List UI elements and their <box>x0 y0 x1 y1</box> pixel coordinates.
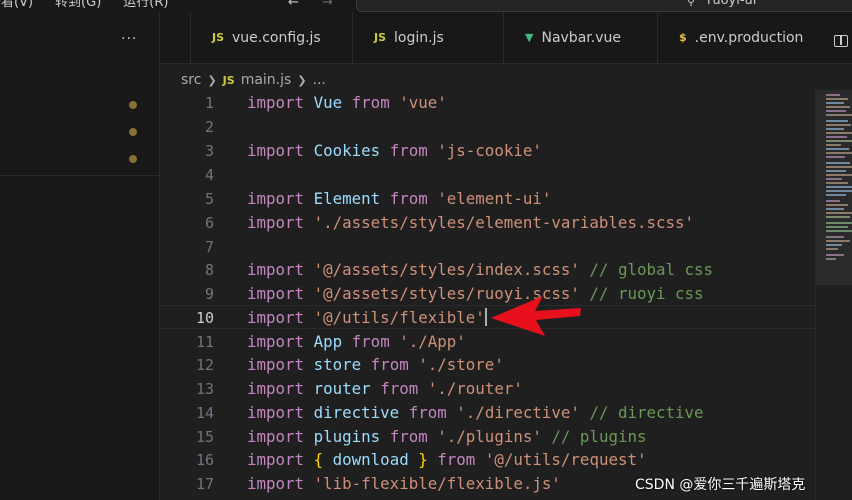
line-number: 16 <box>195 451 214 469</box>
sidebar-divider <box>0 175 159 176</box>
line-number: 5 <box>204 190 214 208</box>
tab-env-production[interactable]: $ .env.production <box>657 12 821 63</box>
code-line: import '@/assets/styles/ruoyi.scss' // r… <box>247 284 704 303</box>
explorer-sidebar: ··· <box>0 12 160 500</box>
forward-arrow-icon[interactable]: → <box>322 0 336 12</box>
breadcrumb-file[interactable]: main.js <box>241 72 292 88</box>
modified-dot-icon <box>129 128 137 136</box>
breadcrumb-folder[interactable]: src <box>181 72 201 88</box>
line-number: 1 <box>204 94 214 112</box>
line-number: 7 <box>204 238 214 256</box>
code-line: import Cookies from 'js-cookie' <box>247 141 542 160</box>
command-center-search[interactable]: ⚲ ruoyi-ui <box>356 0 852 12</box>
vue-icon: ▼ <box>525 31 534 44</box>
line-number: 3 <box>204 142 214 160</box>
title-bar: 查看(V) 转到(G) 运行(R) ← → ⚲ ruoyi-ui <box>0 0 852 12</box>
editor-tab-bar: JS vue.config.js JS login.js ▼ Navbar.vu… <box>160 12 852 64</box>
code-line: import Vue from 'vue' <box>247 93 447 112</box>
code-line: import plugins from './plugins' // plugi… <box>247 427 647 446</box>
minimap[interactable] <box>815 90 852 500</box>
javascript-icon: JS <box>222 73 235 87</box>
code-line: import router from './router' <box>247 379 523 398</box>
red-arrow-annotation <box>491 296 581 336</box>
modified-dot-icon <box>129 101 137 109</box>
code-line: import directive from './directive' // d… <box>247 403 704 422</box>
search-icon: ⚲ <box>687 0 696 8</box>
code-line: import 'lib-flexible/flexible.js' <box>247 474 561 493</box>
line-number: 15 <box>195 428 214 446</box>
menu-item-go[interactable]: 转到(G) <box>55 0 101 12</box>
chevron-right-icon: ❯ <box>297 73 307 87</box>
line-number: 12 <box>195 356 214 374</box>
tab-label: Navbar.vue <box>541 29 621 46</box>
more-actions-icon[interactable]: ··· <box>121 32 141 48</box>
line-number: 4 <box>204 166 214 184</box>
code-line: import '@/assets/styles/index.scss' // g… <box>247 260 714 279</box>
line-number: 9 <box>204 285 214 303</box>
line-number: 8 <box>204 261 214 279</box>
tab-login[interactable]: JS login.js <box>352 12 503 63</box>
breadcrumb: src ❯ JS main.js ❯ ... <box>181 70 326 90</box>
line-number: 11 <box>195 333 214 351</box>
code-line: import './assets/styles/element-variable… <box>247 213 695 232</box>
chevron-right-icon: ❯ <box>207 73 217 87</box>
tab-vue-config[interactable]: JS vue.config.js <box>190 12 352 63</box>
split-editor-icon[interactable] <box>834 35 848 47</box>
menu-item-view[interactable]: 查看(V) <box>0 0 33 12</box>
code-line: import store from './store' <box>247 355 504 374</box>
code-line-active: import '@/utils/flexible' <box>247 308 487 327</box>
menu-bar: 查看(V) 转到(G) 运行(R) <box>0 0 168 12</box>
javascript-icon: JS <box>212 31 225 44</box>
tab-list: JS vue.config.js JS login.js ▼ Navbar.vu… <box>190 12 821 63</box>
code-line: import Element from 'element-ui' <box>247 189 552 208</box>
menu-item-run[interactable]: 运行(R) <box>123 0 168 12</box>
tab-label: login.js <box>394 29 444 46</box>
line-number: 6 <box>204 214 214 232</box>
red-arrow-shape <box>491 296 581 336</box>
code-line: import { download } from '@/utils/reques… <box>247 450 647 469</box>
javascript-icon: JS <box>374 31 387 44</box>
line-number-active: 10 <box>195 309 214 327</box>
env-icon: $ <box>679 31 687 44</box>
search-text: ruoyi-ui <box>707 0 757 8</box>
line-number: 13 <box>195 380 214 398</box>
tab-label: .env.production <box>694 29 804 46</box>
line-number: 14 <box>195 404 214 422</box>
tab-navbar[interactable]: ▼ Navbar.vue <box>503 12 657 63</box>
breadcrumb-more[interactable]: ... <box>313 72 326 88</box>
line-number: 2 <box>204 118 214 136</box>
modified-dot-icon <box>129 155 137 163</box>
tab-label: vue.config.js <box>232 29 321 46</box>
line-number: 17 <box>195 475 214 493</box>
watermark: CSDN @爱你三千遍斯塔克 <box>635 477 806 493</box>
code-line: import App from './App' <box>247 332 466 351</box>
back-arrow-icon[interactable]: ← <box>288 0 302 12</box>
